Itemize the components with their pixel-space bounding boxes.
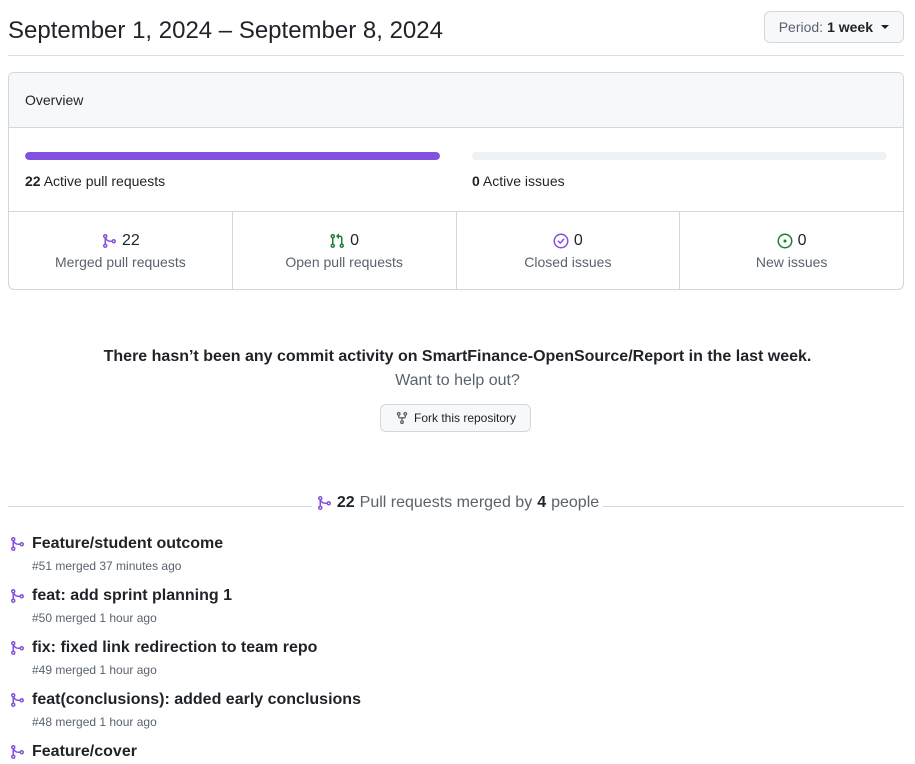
active-pull-requests-count: 22 xyxy=(25,173,41,189)
people-count: 4 xyxy=(537,494,547,511)
period-value: 1 week xyxy=(827,19,873,35)
active-issues-label: Active issues xyxy=(482,173,565,189)
list-item: fix: fixed link redirection to team repo… xyxy=(8,638,904,690)
fork-repository-button[interactable]: Fork this repository xyxy=(380,404,531,432)
page-header: September 1, 2024 – September 8, 2024 Pe… xyxy=(8,0,904,56)
pull-requests-bar-section[interactable]: 22 Active pull requests xyxy=(25,152,440,189)
git-merge-icon xyxy=(11,693,25,707)
stat-merged-pull-requests[interactable]: 22 Merged pull requests xyxy=(9,212,233,289)
pull-request-meta: #51 merged 37 minutes ago xyxy=(32,559,182,573)
git-merge-icon xyxy=(11,537,25,551)
closed-issues-count: 0 xyxy=(573,231,583,249)
list-item: Feature/student outcome #51 merged 37 mi… xyxy=(8,534,904,586)
caret-down-icon xyxy=(881,25,889,29)
period-label: Period: xyxy=(778,19,824,35)
date-range-title: September 1, 2024 – September 8, 2024 xyxy=(8,17,443,44)
closed-issues-label: Closed issues xyxy=(524,253,612,270)
pull-request-title-link[interactable]: feat(conclusions): added early conclusio… xyxy=(32,690,904,710)
overview-title: Overview xyxy=(9,73,903,128)
pull-request-title-link[interactable]: feat: add sprint planning 1 xyxy=(32,586,904,606)
overview-box: Overview 22 Active pull requests 0 Activ… xyxy=(8,72,904,290)
merged-pull-requests-label: Merged pull requests xyxy=(55,253,186,270)
active-pull-requests-label: Active pull requests xyxy=(43,173,166,189)
open-pull-requests-count: 0 xyxy=(350,231,360,249)
pull-request-title-link[interactable]: Feature/cover xyxy=(32,742,904,762)
pull-request-list: Feature/student outcome #51 merged 37 mi… xyxy=(8,534,904,764)
merged-pull-requests-count: 22 xyxy=(121,231,140,249)
merged-summary: 22 Pull requests merged by 4 people xyxy=(0,494,915,516)
issue-opened-icon xyxy=(777,233,793,248)
overview-bars: 22 Active pull requests 0 Active issues xyxy=(9,128,903,212)
issue-closed-icon xyxy=(553,233,569,248)
git-merge-icon xyxy=(11,641,25,655)
merged-summary-text: Pull requests merged by xyxy=(359,494,533,511)
pull-request-meta: #48 merged 1 hour ago xyxy=(32,715,157,729)
period-select-button[interactable]: Period: 1 week xyxy=(763,11,904,43)
git-merge-icon xyxy=(11,589,25,603)
no-commit-activity-text: There hasn’t been any commit activity on… xyxy=(103,348,812,365)
stat-new-issues[interactable]: 0 New issues xyxy=(680,212,903,289)
people-label: people xyxy=(551,494,600,511)
stat-closed-issues[interactable]: 0 Closed issues xyxy=(457,212,681,289)
pull-requests-progress-bar xyxy=(25,152,440,160)
pull-request-meta: #49 merged 1 hour ago xyxy=(32,663,157,677)
help-out-text: Want to help out? xyxy=(395,372,520,389)
stat-open-pull-requests[interactable]: 0 Open pull requests xyxy=(233,212,457,289)
pull-request-title-link[interactable]: fix: fixed link redirection to team repo xyxy=(32,638,904,658)
pull-request-meta: #50 merged 1 hour ago xyxy=(32,611,157,625)
git-merge-icon xyxy=(102,233,116,248)
open-pull-requests-label: Open pull requests xyxy=(285,253,403,270)
new-issues-label: New issues xyxy=(755,253,828,270)
git-pull-request-icon xyxy=(330,233,345,248)
list-item: feat(conclusions): added early conclusio… xyxy=(8,690,904,742)
issues-progress-bar xyxy=(472,152,887,160)
list-item: Feature/cover xyxy=(8,742,904,764)
fork-button-label: Fork this repository xyxy=(413,411,517,425)
merged-count: 22 xyxy=(336,494,355,511)
overview-stats: 22 Merged pull requests 0 Open pull requ… xyxy=(9,212,903,289)
commit-activity-message: There hasn’t been any commit activity on… xyxy=(0,348,915,390)
git-merge-icon xyxy=(11,745,25,759)
list-item: feat: add sprint planning 1 #50 merged 1… xyxy=(8,586,904,638)
git-merge-icon xyxy=(317,496,331,510)
repo-forked-icon xyxy=(396,411,408,425)
pull-requests-progress-fill xyxy=(25,152,440,160)
active-issues-count: 0 xyxy=(472,173,480,189)
new-issues-count: 0 xyxy=(797,231,807,249)
issues-bar-section[interactable]: 0 Active issues xyxy=(472,152,887,189)
pull-request-title-link[interactable]: Feature/student outcome xyxy=(32,534,904,554)
